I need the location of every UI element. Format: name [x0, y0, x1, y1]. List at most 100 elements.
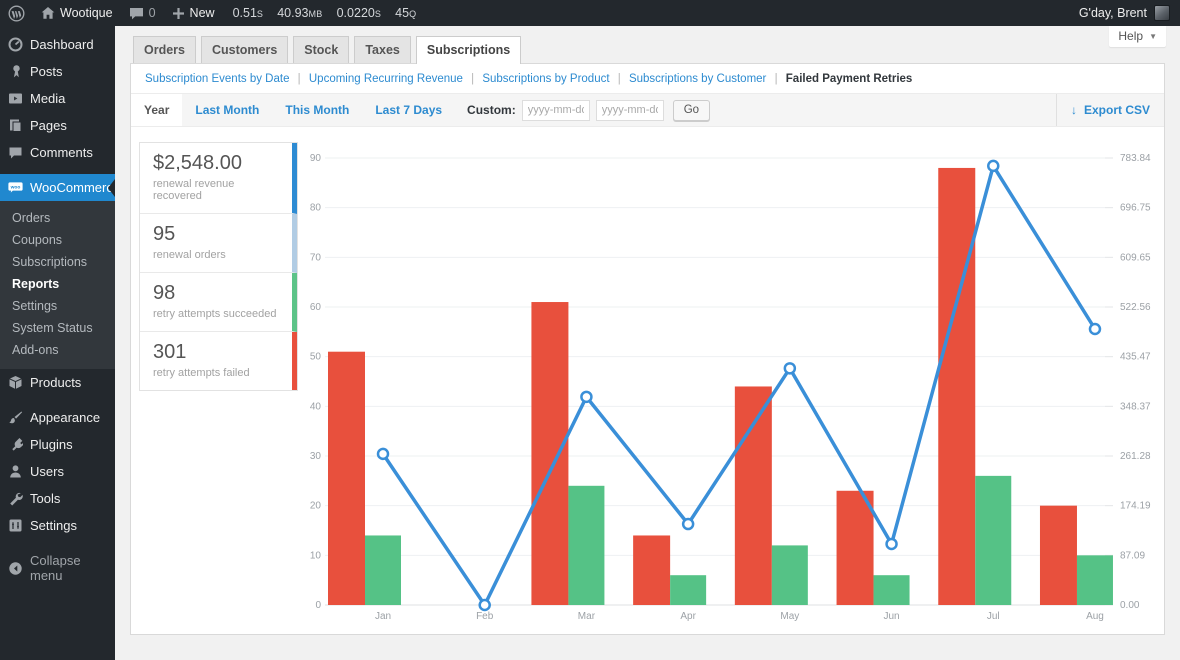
chart-legend: $2,548.00 renewal revenue recovered 95 r…	[139, 142, 298, 627]
subnav-subscription-events-by-date[interactable]: Subscription Events by Date	[145, 73, 289, 85]
legend-label: renewal revenue recovered	[153, 178, 282, 202]
y-axis-left-tick: 50	[310, 352, 321, 363]
submenu-item-system-status[interactable]: System Status	[0, 317, 115, 339]
date-from-input[interactable]	[522, 100, 590, 121]
bar-failed-Aug[interactable]	[1040, 506, 1077, 605]
submenu-item-reports[interactable]: Reports	[0, 273, 115, 295]
submenu-item-subscriptions[interactable]: Subscriptions	[0, 251, 115, 273]
tab-customers[interactable]: Customers	[201, 36, 288, 63]
chart-area: 00.001087.0920174.1930261.2840348.375043…	[310, 142, 1156, 627]
site-name-menu[interactable]: Wootique	[33, 0, 121, 26]
y-axis-left-tick: 70	[310, 252, 321, 263]
bar-succeeded-Jul[interactable]	[975, 476, 1011, 605]
subnav-upcoming-recurring-revenue[interactable]: Upcoming Recurring Revenue	[309, 73, 463, 85]
sidebar-item-appearance[interactable]: Appearance	[0, 404, 115, 431]
line-point-May[interactable]	[785, 363, 795, 373]
tab-taxes[interactable]: Taxes	[354, 36, 411, 63]
y-axis-left-tick: 60	[310, 302, 321, 313]
bar-failed-Jan[interactable]	[328, 352, 365, 605]
line-point-Feb[interactable]	[480, 600, 490, 610]
pages-icon	[8, 118, 23, 133]
sidebar-item-plugins[interactable]: Plugins	[0, 431, 115, 458]
bar-failed-May[interactable]	[735, 386, 772, 605]
legend-renewal-revenue-recovered[interactable]: $2,548.00 renewal revenue recovered	[140, 143, 297, 214]
x-axis-label: Jul	[987, 611, 1000, 622]
menu-separator	[0, 539, 115, 547]
bar-succeeded-Mar[interactable]	[568, 486, 604, 605]
submenu-item-coupons[interactable]: Coupons	[0, 229, 115, 251]
bar-succeeded-May[interactable]	[772, 545, 808, 605]
sidebar-item-woocommerce[interactable]: woo WooCommerce	[0, 174, 115, 201]
subnav-failed-payment-retries[interactable]: Failed Payment Retries	[786, 73, 913, 85]
user-icon	[8, 464, 23, 479]
submenu-item-orders[interactable]: Orders	[0, 207, 115, 229]
help-button[interactable]: Help ▼	[1109, 26, 1166, 47]
bar-succeeded-Jun[interactable]	[874, 575, 910, 605]
bar-succeeded-Jan[interactable]	[365, 535, 401, 605]
tab-stock[interactable]: Stock	[293, 36, 349, 63]
y-axis-left-tick: 20	[310, 501, 321, 512]
sidebar-item-products[interactable]: Products	[0, 369, 115, 396]
y-axis-left-tick: 30	[310, 451, 321, 462]
sidebar-item-media[interactable]: Media	[0, 85, 115, 112]
wrench-icon	[8, 491, 23, 506]
sidebar-item-pages[interactable]: Pages	[0, 112, 115, 139]
bar-failed-Apr[interactable]	[633, 535, 670, 605]
account-menu[interactable]: G'day, Brent	[1069, 5, 1180, 21]
tab-subscriptions[interactable]: Subscriptions	[416, 36, 521, 64]
svg-text:woo: woo	[10, 185, 21, 190]
submenu-item-settings[interactable]: Settings	[0, 295, 115, 317]
sidebar-item-settings[interactable]: Settings	[0, 512, 115, 539]
line-point-Mar[interactable]	[581, 392, 591, 402]
line-point-Jun[interactable]	[887, 539, 897, 549]
products-icon	[8, 375, 23, 390]
range-last-month[interactable]: Last Month	[182, 94, 272, 126]
sidebar-item-tools[interactable]: Tools	[0, 485, 115, 512]
collapse-icon	[8, 561, 23, 576]
bar-failed-Jun[interactable]	[837, 491, 874, 605]
legend-value: 301	[153, 341, 282, 364]
sidebar-item-comments[interactable]: Comments	[0, 139, 115, 166]
range-last-7-days[interactable]: Last 7 Days	[362, 94, 455, 126]
wordpress-logo-menu[interactable]	[0, 0, 33, 26]
line-point-Jul[interactable]	[988, 161, 998, 171]
legend-value: 95	[153, 223, 282, 246]
subnav-subscriptions-by-product[interactable]: Subscriptions by Product	[482, 73, 609, 85]
sidebar-item-dashboard[interactable]: Dashboard	[0, 31, 115, 58]
bar-failed-Jul[interactable]	[938, 168, 975, 605]
collapse-menu-button[interactable]: Collapse menu	[0, 547, 115, 589]
bar-succeeded-Apr[interactable]	[670, 575, 706, 605]
line-point-Aug[interactable]	[1090, 324, 1100, 334]
tab-orders[interactable]: Orders	[133, 36, 196, 63]
custom-range: Custom: Go	[455, 94, 716, 126]
x-axis-label: Jan	[375, 611, 391, 622]
export-csv-button[interactable]: ↓ Export CSV	[1056, 94, 1164, 126]
comments-menu[interactable]: 0	[121, 0, 164, 26]
new-content-menu[interactable]: New	[164, 0, 223, 26]
bar-failed-Mar[interactable]	[531, 302, 568, 605]
admin-bar: Wootique 0 New 0.51s 40.93mb 0.0220s 45q…	[0, 0, 1180, 26]
line-point-Jan[interactable]	[378, 449, 388, 459]
bar-succeeded-Aug[interactable]	[1077, 555, 1113, 605]
range-this-month[interactable]: This Month	[272, 94, 362, 126]
x-axis-label: Feb	[476, 611, 494, 622]
subnav-subscriptions-by-customer[interactable]: Subscriptions by Customer	[629, 73, 766, 85]
go-button[interactable]: Go	[673, 100, 710, 121]
report-panel: Subscription Events by Date | Upcoming R…	[130, 63, 1165, 635]
date-to-input[interactable]	[596, 100, 664, 121]
sidebar-item-posts[interactable]: Posts	[0, 58, 115, 85]
range-year[interactable]: Year	[131, 94, 182, 126]
legend-retry-attempts-succeeded[interactable]: 98 retry attempts succeeded	[140, 273, 297, 332]
paintbrush-icon	[8, 410, 23, 425]
home-icon	[41, 6, 55, 20]
report-tabs: Orders Customers Stock Taxes Subscriptio…	[133, 36, 526, 63]
legend-renewal-orders[interactable]: 95 renewal orders	[140, 214, 297, 273]
menu-separator	[0, 166, 115, 174]
legend-retry-attempts-failed[interactable]: 301 retry attempts failed	[140, 332, 297, 390]
subnav-separator: |	[618, 73, 621, 85]
line-point-Apr[interactable]	[683, 519, 693, 529]
avatar	[1154, 5, 1170, 21]
sidebar-item-users[interactable]: Users	[0, 458, 115, 485]
y-axis-left-tick: 0	[315, 600, 321, 611]
submenu-item-add-ons[interactable]: Add-ons	[0, 339, 115, 361]
